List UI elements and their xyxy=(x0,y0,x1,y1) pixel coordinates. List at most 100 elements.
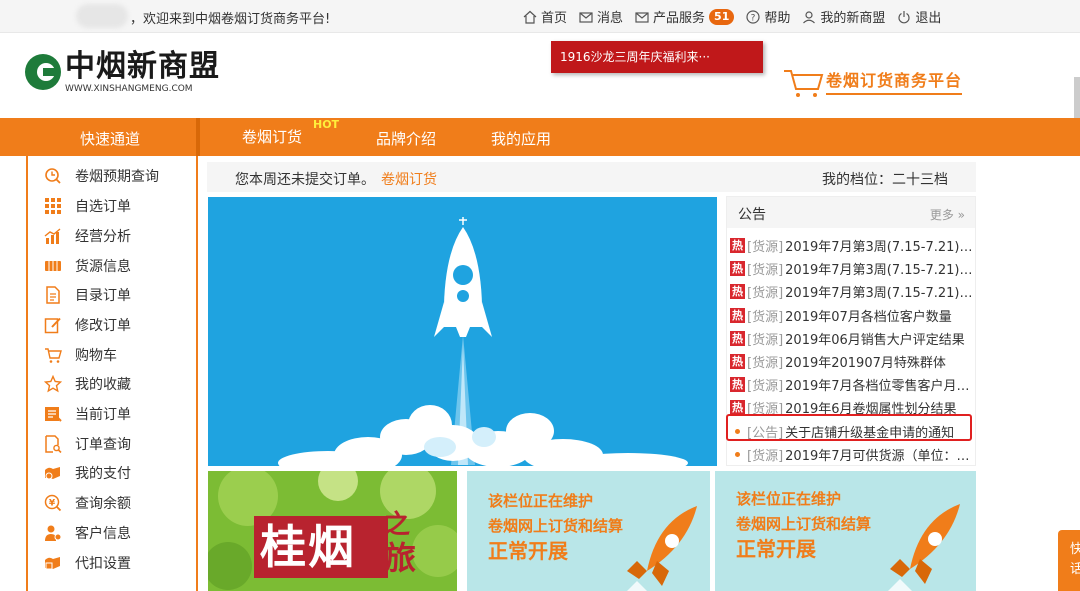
sidebar-item-my-payment[interactable]: 我的支付 xyxy=(44,462,131,484)
clock-search-icon xyxy=(44,167,62,185)
logo-cn-text: 中烟新商盟 xyxy=(65,49,220,84)
main-nav: 快速通道 卷烟订货 HOT 品牌介绍 我的应用 xyxy=(0,118,1080,156)
sidebar-item-custom-order[interactable]: 自选订单 xyxy=(44,195,131,217)
tab-order-cigarettes[interactable]: 卷烟订货 HOT xyxy=(198,118,348,156)
count-badge: 51 xyxy=(709,8,735,25)
home-label: 首页 xyxy=(541,11,568,26)
hot-badge: HOT xyxy=(313,118,340,131)
hot-icon: 热 xyxy=(730,284,745,300)
item-title: 2019年06月销售大户评定结果 xyxy=(785,332,965,348)
logo-mark-icon xyxy=(25,54,61,90)
sidebar-item-cart[interactable]: 购物车 xyxy=(44,344,117,366)
my-account-link[interactable]: 我的新商盟 xyxy=(802,7,885,26)
list-item[interactable]: 热 [货源] 2019年7月第3周(7.15-7.21)… xyxy=(730,257,975,280)
sidebar-item-supply-info[interactable]: 货源信息 xyxy=(44,255,131,277)
sidebar-item-balance[interactable]: ¥ 查询余额 xyxy=(44,492,131,514)
chart-icon xyxy=(44,227,62,245)
sidebar-item-catalog-order[interactable]: 目录订单 xyxy=(44,284,131,306)
list-item[interactable]: 热 [货源] 2019年6月卷烟属性划分结果 xyxy=(730,396,975,419)
box-icon xyxy=(44,257,62,275)
guiyan-main-text: 桂烟 xyxy=(260,520,356,574)
sidebar-item-label: 当前订单 xyxy=(75,407,131,423)
item-title: 2019年7月各档位零售客户月… xyxy=(785,379,970,395)
user-icon xyxy=(802,10,816,24)
sidebar-item-customer-info[interactable]: 客户信息 xyxy=(44,522,131,544)
list-item[interactable]: 热 [货源] 2019年7月第3周(7.15-7.21)… xyxy=(730,234,975,257)
order-icon xyxy=(44,405,62,423)
svg-text:?: ? xyxy=(751,13,756,23)
messages-link[interactable]: 消息 xyxy=(579,7,623,26)
item-tag: [货源] xyxy=(747,448,784,464)
item-tag: [货源] xyxy=(747,402,784,418)
item-tag: [货源] xyxy=(747,240,784,256)
hot-icon: 热 xyxy=(730,330,745,346)
announcements-panel: 公告 更多 » 热 [货源] 2019年7月第3周(7.15-7.21)… 热 [货源… xyxy=(726,196,976,466)
floating-service-button[interactable]: 快 话 xyxy=(1058,530,1080,591)
help-label: 帮助 xyxy=(764,11,791,26)
order-status-text: 您本周还未提交订单。 卷烟订货 xyxy=(235,169,437,189)
list-item[interactable]: 热 [货源] 2019年7月第3周(7.15-7.21)… xyxy=(730,280,975,303)
floating-label: 快 话 xyxy=(1070,542,1080,577)
grid-icon xyxy=(44,197,62,215)
messages-label: 消息 xyxy=(597,11,624,26)
help-link[interactable]: ? 帮助 xyxy=(746,7,790,26)
hot-icon: 热 xyxy=(730,238,745,254)
more-link[interactable]: 更多 » xyxy=(930,206,965,223)
cart-logo-icon xyxy=(784,70,824,97)
power-icon xyxy=(897,10,911,24)
welcome-text: ，欢迎来到中烟卷烟订货商务平台! xyxy=(130,12,331,27)
list-item[interactable]: 热 [货源] 2019年201907月特殊群体 xyxy=(730,350,975,373)
sidebar-item-order-query[interactable]: 订单查询 xyxy=(44,433,131,455)
maintenance-tile-2[interactable]: 该栏位正在维护 卷烟网上订货和结算 正常开展 xyxy=(715,471,976,591)
product-service-link[interactable]: 产品服务 51 xyxy=(635,7,735,26)
tab-brand-intro[interactable]: 品牌介绍 xyxy=(376,128,436,149)
sidebar-item-favorites[interactable]: 我的收藏 xyxy=(44,373,131,395)
order-notice-bar: 您本周还未提交订单。 卷烟订货 我的档位：二十三档 xyxy=(207,162,976,192)
guiyan-promo-tile[interactable]: 桂烟 之 旅 xyxy=(208,471,457,591)
sidebar-item-current-order[interactable]: 当前订单 xyxy=(44,403,131,425)
payment-icon xyxy=(44,464,62,482)
logout-link[interactable]: 退出 xyxy=(897,7,941,26)
edit-icon xyxy=(44,316,62,334)
rocket-banner[interactable] xyxy=(208,197,717,466)
sidebar-item-business-analysis[interactable]: 经营分析 xyxy=(44,225,131,247)
mail-icon xyxy=(635,10,649,24)
item-tag: [货源] xyxy=(747,332,784,348)
settings-icon xyxy=(44,554,62,572)
promo-banner[interactable]: 1916沙龙三周年庆福利来··· xyxy=(551,41,763,73)
site-logo[interactable]: 中烟新商盟 WWW.XINSHANGMENG.COM xyxy=(25,50,220,94)
home-icon xyxy=(523,10,537,24)
list-item[interactable]: 热 [货源] 2019年7月各档位零售客户月… xyxy=(730,373,975,396)
sidebar-item-label: 查询余额 xyxy=(75,496,131,512)
search-doc-icon xyxy=(44,435,62,453)
top-bar: ，欢迎来到中烟卷烟订货商务平台! 首页 消息 产品服务 51 ? 帮助 我的新商… xyxy=(0,0,1080,33)
item-tag: [货源] xyxy=(747,286,784,302)
guiyan-lv-text: 旅 xyxy=(384,539,419,577)
tab-order-label: 卷烟订货 xyxy=(242,128,303,146)
list-item[interactable]: [公告] 关于店铺升级基金申请的通知 xyxy=(730,420,975,443)
sidebar-item-label: 自选订单 xyxy=(75,199,131,215)
platform-logo: 卷烟订货商务平台 xyxy=(782,63,963,99)
hot-icon: 热 xyxy=(730,400,745,416)
home-link[interactable]: 首页 xyxy=(523,7,567,26)
svg-text:¥: ¥ xyxy=(49,499,56,509)
list-item[interactable]: [货源] 2019年7月可供货源（单位：… xyxy=(730,443,975,466)
sidebar-item-forecast-query[interactable]: 卷烟预期查询 xyxy=(44,165,159,187)
maintenance-tile-1[interactable]: 该栏位正在维护 卷烟网上订货和结算 正常开展 xyxy=(467,471,710,591)
announcements-list: 热 [货源] 2019年7月第3周(7.15-7.21)… 热 [货源] 2019年7月… xyxy=(730,234,975,466)
item-tag: [公告] xyxy=(747,425,784,441)
star-icon xyxy=(44,375,62,393)
list-item[interactable]: 热 [货源] 2019年06月销售大户评定结果 xyxy=(730,327,975,350)
bullet-icon xyxy=(735,428,740,434)
tab-my-apps[interactable]: 我的应用 xyxy=(491,128,551,149)
list-item[interactable]: 热 [货源] 2019年07月各档位客户数量 xyxy=(730,304,975,327)
order-link[interactable]: 卷烟订货 xyxy=(381,172,437,188)
sidebar-item-deduction-settings[interactable]: 代扣设置 xyxy=(44,552,131,574)
balance-icon: ¥ xyxy=(44,494,62,512)
item-tag: [货源] xyxy=(747,356,784,372)
sidebar-item-modify-order[interactable]: 修改订单 xyxy=(44,314,131,336)
maintenance-line2: 卷烟网上订货和结算 xyxy=(488,517,624,535)
sidebar: 卷烟预期查询 自选订单 经营分析 货源信息 目录订单 修改订单 购物车 我的收藏… xyxy=(26,156,198,591)
sidebar-item-label: 我的收藏 xyxy=(75,377,131,393)
help-icon: ? xyxy=(746,9,760,24)
